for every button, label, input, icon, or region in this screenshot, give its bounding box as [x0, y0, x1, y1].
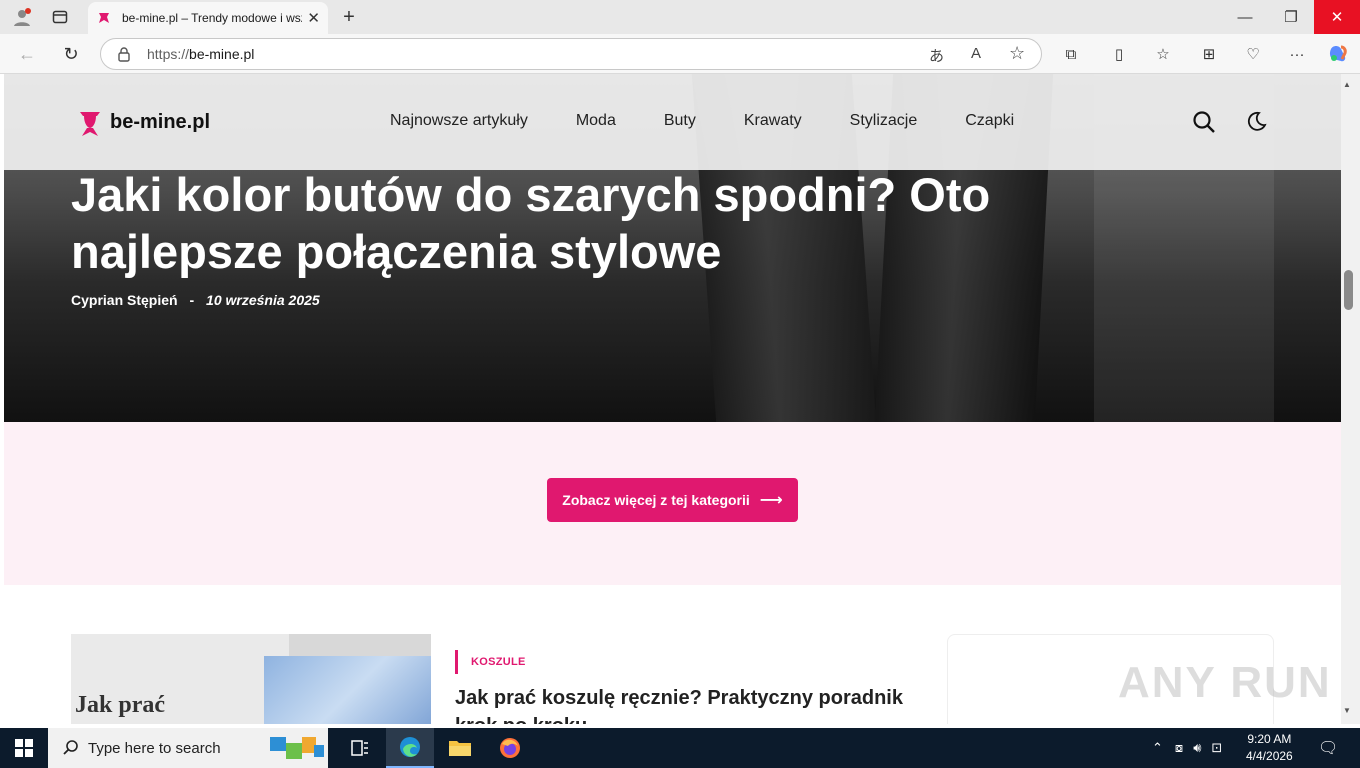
- task-view-icon[interactable]: [336, 728, 384, 768]
- meta-separator: -: [189, 292, 195, 308]
- browser-tab-bar: be-mine.pl – Trendy modowe i wszystko ✕ …: [0, 0, 1360, 34]
- thumbnail-backdrop: [289, 634, 431, 658]
- search-icon[interactable]: [1192, 110, 1216, 134]
- author-name[interactable]: Cyprian Stępień: [71, 292, 178, 308]
- nav-czapki[interactable]: Czapki: [965, 112, 1014, 130]
- scroll-down-icon[interactable]: ▼: [1343, 706, 1351, 715]
- system-tray: ⌃ ⧇ 🔊︎ ⊡: [1152, 728, 1222, 768]
- file-explorer-icon[interactable]: [436, 728, 484, 768]
- clock-time: 9:20 AM: [1247, 732, 1292, 746]
- url-text[interactable]: https://be-mine.pl: [147, 46, 254, 62]
- logo-mark-icon: [80, 112, 100, 136]
- nav-moda[interactable]: Moda: [576, 112, 616, 130]
- category-cta-band: Zobacz więcej z tej kategorii ⟶: [4, 422, 1341, 585]
- tab-actions-icon[interactable]: [50, 8, 70, 26]
- nav-najnowsze[interactable]: Najnowsze artykuły: [390, 112, 528, 130]
- volume-icon[interactable]: 🔊︎: [1193, 740, 1201, 756]
- read-aloud-icon[interactable]: A: [971, 45, 981, 62]
- close-tab-icon[interactable]: ✕: [307, 9, 320, 27]
- nav-stylizacje[interactable]: Stylizacje: [850, 112, 918, 130]
- collections-icon[interactable]: ⊞: [1198, 43, 1220, 65]
- clock-date: 4/4/2026: [1246, 749, 1293, 763]
- lock-icon[interactable]: [115, 45, 133, 63]
- back-icon[interactable]: ←: [16, 43, 38, 65]
- site-logo[interactable]: be-mine.pl: [74, 106, 210, 138]
- windows-start-icon[interactable]: [14, 738, 34, 758]
- category-tag[interactable]: KOSZULE: [455, 650, 526, 674]
- logo-text: be-mine.pl: [110, 110, 211, 133]
- tab-be-mine[interactable]: be-mine.pl – Trendy modowe i wszystko ✕: [88, 2, 328, 34]
- hero-title[interactable]: Jaki kolor butów do szarych spodni? Oto …: [71, 166, 1191, 280]
- page-viewport: Jaki kolor butów do szarych spodni? Oto …: [0, 74, 1341, 724]
- browser-essentials-icon[interactable]: ♡: [1242, 43, 1264, 65]
- main-nav: Najnowsze artykuły Moda Buty Krawaty Sty…: [390, 112, 1062, 130]
- favorite-star-icon[interactable]: ☆: [1009, 43, 1025, 64]
- search-icon: [63, 740, 78, 755]
- dark-mode-moon-icon[interactable]: [1244, 110, 1268, 134]
- article-title[interactable]: Jak prać koszulę ręcznie? Praktyczny por…: [455, 684, 935, 724]
- nav-buty[interactable]: Buty: [664, 112, 696, 130]
- scrollbar[interactable]: [1341, 74, 1360, 724]
- arrow-right-icon: ⟶: [759, 492, 783, 509]
- scrollbar-thumb[interactable]: [1344, 270, 1353, 310]
- be-mine-favicon-icon: [99, 13, 109, 23]
- copilot-icon[interactable]: [1326, 42, 1350, 66]
- taskbar-clock[interactable]: 9:20 AM 4/4/2026: [1246, 731, 1293, 765]
- new-tab-icon[interactable]: +: [338, 6, 360, 28]
- tab-title: be-mine.pl – Trendy modowe i wszystko: [122, 11, 302, 25]
- anyrun-watermark: ANY RUN: [1118, 658, 1332, 707]
- extensions-icon[interactable]: ⧉: [1060, 43, 1082, 65]
- site-header: be-mine.pl Najnowsze artykuły Moda Buty …: [4, 74, 1341, 170]
- thumbnail-text: Jak prać: [75, 692, 165, 718]
- hero-meta: Cyprian Stępień - 10 września 2025: [71, 292, 320, 308]
- restore-icon[interactable]: ❐: [1274, 6, 1308, 28]
- see-more-category-button[interactable]: Zobacz więcej z tej kategorii ⟶: [547, 478, 798, 522]
- refresh-icon[interactable]: ↻: [60, 43, 82, 65]
- minimize-icon[interactable]: —: [1228, 6, 1262, 28]
- split-screen-icon[interactable]: ▯: [1108, 43, 1130, 65]
- windows-taskbar: Type here to search ⌃ ⧇ 🔊︎ ⊡ 9:20 AM 4/4…: [0, 728, 1360, 768]
- article-thumbnail[interactable]: Jak prać: [71, 634, 431, 724]
- scroll-up-icon[interactable]: ▲: [1343, 80, 1351, 89]
- more-menu-icon[interactable]: ···: [1286, 43, 1308, 65]
- notifications-icon[interactable]: 🗨︎: [1318, 728, 1338, 768]
- favorites-icon[interactable]: ☆: [1152, 43, 1174, 65]
- puzzle-app-icon[interactable]: [266, 728, 328, 768]
- edge-browser-icon[interactable]: [386, 728, 434, 768]
- search-placeholder: Type here to search: [88, 739, 221, 757]
- cta-label: Zobacz więcej z tej kategorii: [562, 492, 750, 508]
- network-icon[interactable]: ⊡: [1211, 740, 1222, 756]
- address-toolbar: ← ↻ https://be-mine.pl あ A ☆ ⧉ ▯ ☆ ⊞ ♡ ·…: [0, 34, 1360, 74]
- thumbnail-photo: [264, 656, 431, 724]
- publish-date: 10 września 2025: [206, 292, 320, 308]
- show-hidden-icons-icon[interactable]: ⌃: [1152, 740, 1163, 756]
- nav-krawaty[interactable]: Krawaty: [744, 112, 802, 130]
- translate-icon[interactable]: あ: [929, 45, 944, 66]
- address-bar[interactable]: https://be-mine.pl あ A ☆: [100, 38, 1042, 70]
- close-window-icon[interactable]: ✕: [1314, 0, 1360, 34]
- firefox-icon[interactable]: [486, 728, 534, 768]
- profile-icon[interactable]: [10, 6, 34, 28]
- meet-now-icon[interactable]: ⧇: [1175, 740, 1183, 756]
